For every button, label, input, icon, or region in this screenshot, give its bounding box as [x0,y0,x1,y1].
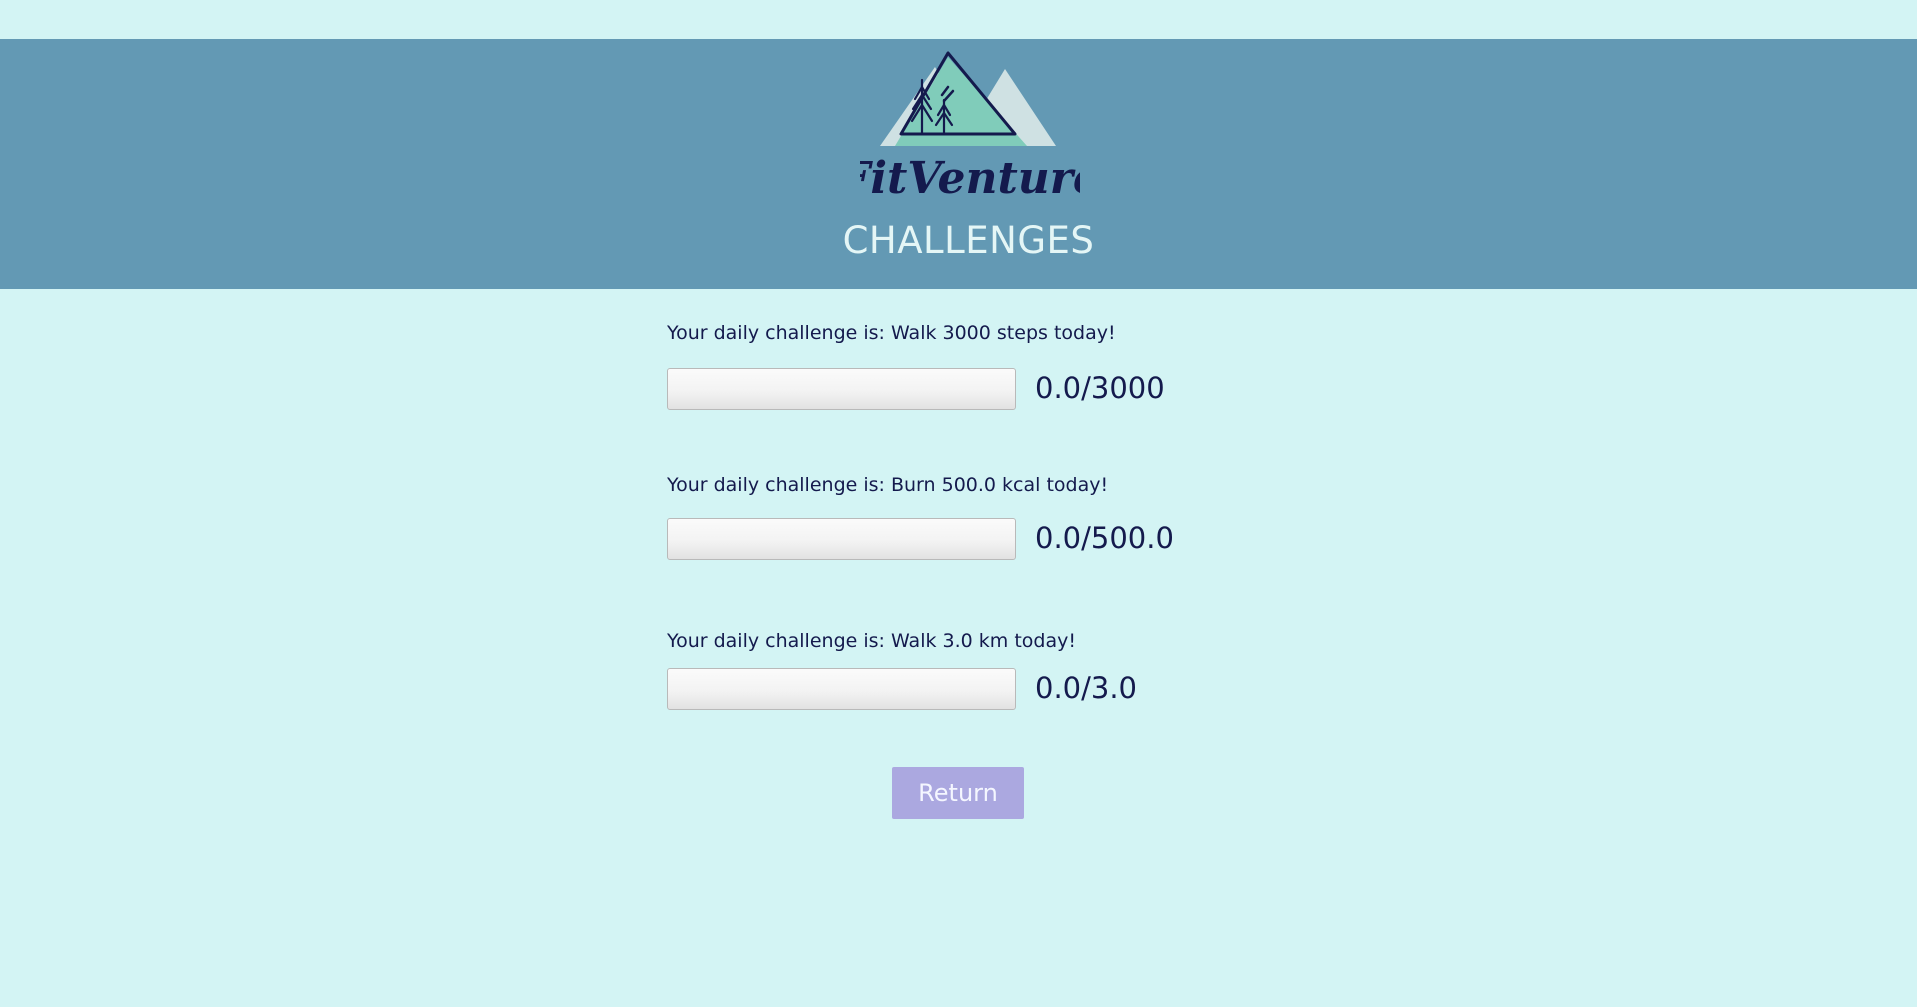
challenge-1-text: Your daily challenge is: Walk 3000 steps… [667,322,1116,344]
logo-wordmark: FitVenture [860,153,1080,204]
header-banner: FitVenture CHALLENGES [0,39,1917,289]
challenge-2-progress-bar [667,518,1016,560]
challenge-3-text: Your daily challenge is: Walk 3.0 km tod… [667,630,1076,652]
challenge-1-progress-count: 0.0/3000 [1035,371,1165,405]
page-title: CHALLENGES [842,219,1095,262]
challenge-2-text: Your daily challenge is: Burn 500.0 kcal… [667,474,1109,496]
fitventure-logo: FitVenture [860,51,1080,204]
return-button[interactable]: Return [892,767,1024,819]
challenge-3-progress-count: 0.0/3.0 [1035,671,1138,705]
challenge-3-progress-bar [667,668,1016,710]
challenges-page: FitVenture CHALLENGES Your daily challen… [0,0,1917,1007]
challenge-2-progress-count: 0.0/500.0 [1035,521,1174,555]
challenge-1-progress-bar [667,368,1016,410]
